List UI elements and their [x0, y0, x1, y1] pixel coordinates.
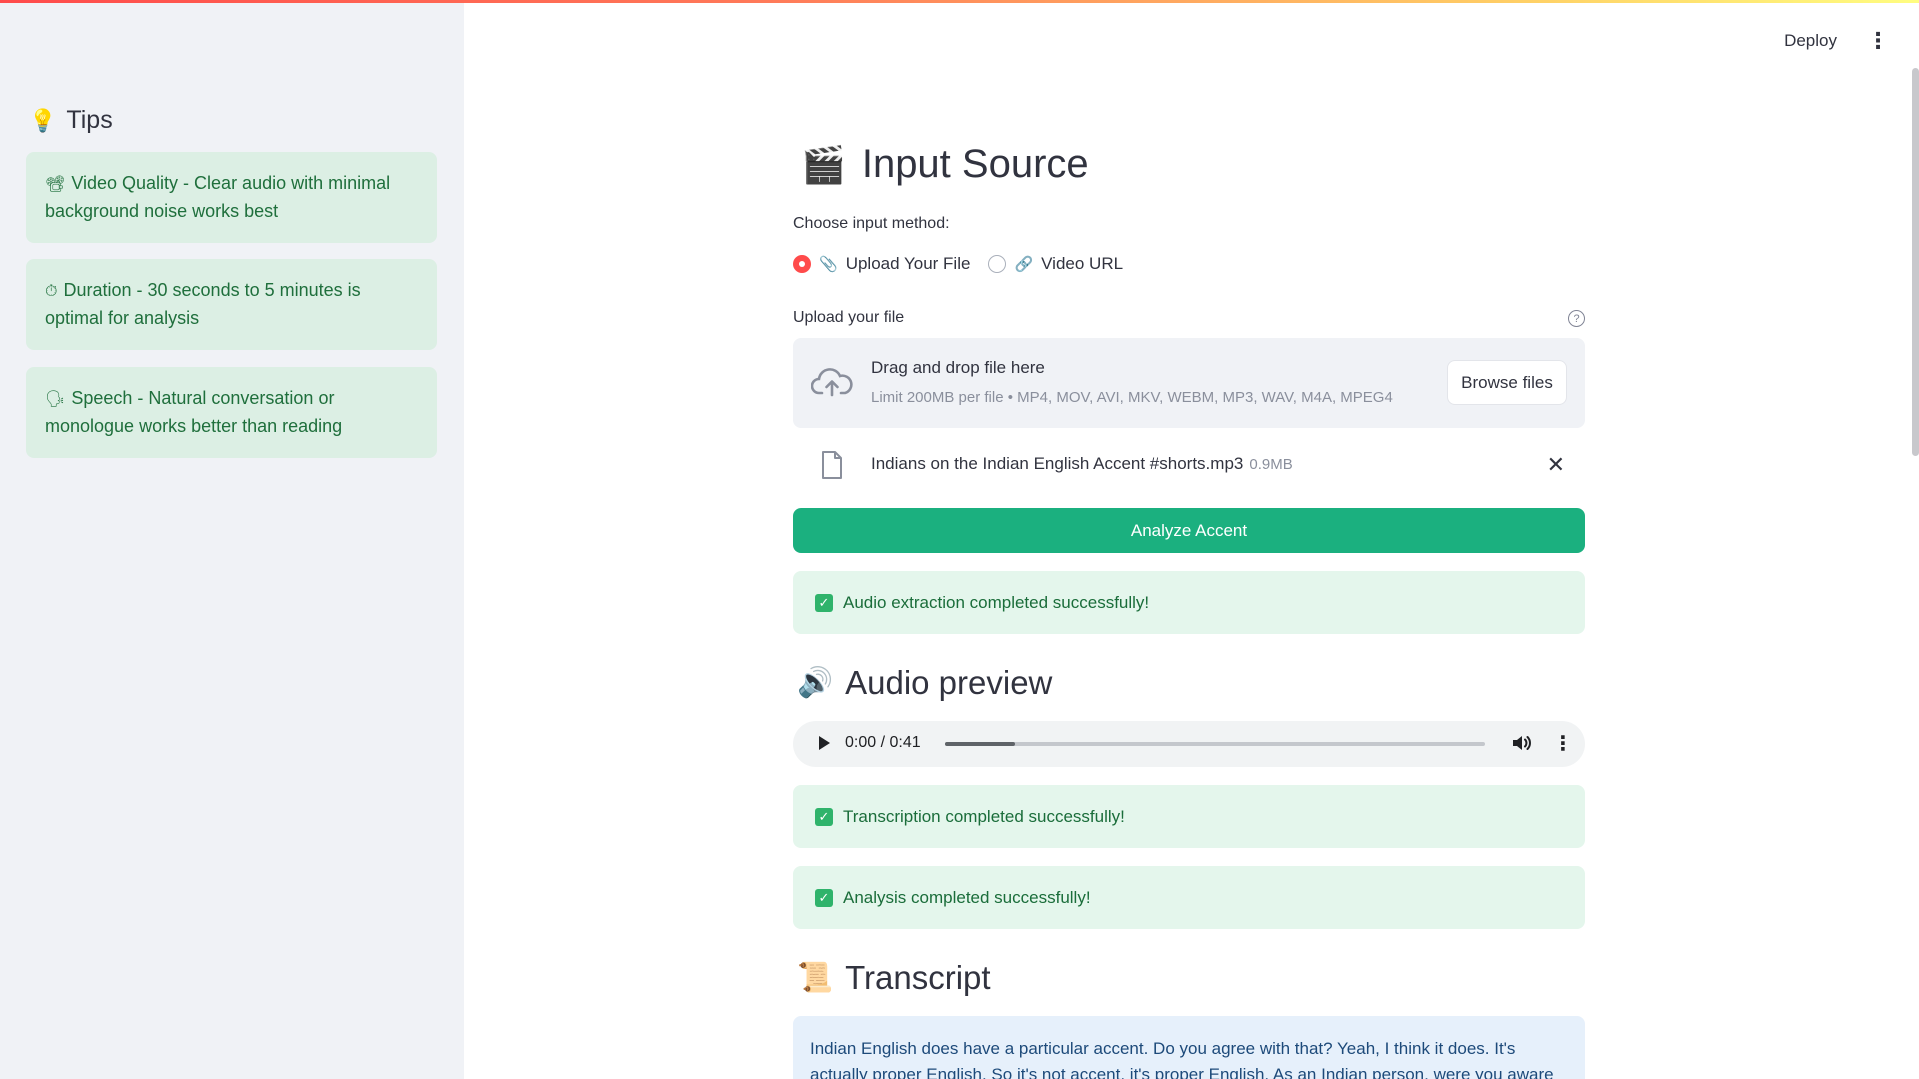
audio-preview-heading: 🔊 Audio preview [797, 664, 1052, 702]
remove-file-icon[interactable]: ✕ [1547, 452, 1565, 478]
tips-title: Tips [66, 106, 113, 134]
deploy-button[interactable]: Deploy [1784, 31, 1837, 51]
input-method-radio-group: 📎 Upload Your File 🔗 Video URL [793, 254, 1123, 274]
status-analysis: ✓ Analysis completed successfully! [793, 866, 1585, 929]
speaker-icon: 🔊 [797, 667, 834, 699]
page-title-text: Input Source [861, 142, 1089, 186]
tip-card-video-quality: 📽 Video Quality - Clear audio with minima… [26, 152, 437, 243]
audio-player: 0:00 / 0:41 ⋮ [793, 721, 1585, 767]
transcript-heading: 📜 Transcript [797, 959, 991, 997]
app-header: Deploy ⋮ [1784, 28, 1889, 54]
transcript-box: Indian English does have a particular ac… [793, 1016, 1585, 1079]
file-name-text: Indians on the Indian English Accent #sh… [871, 454, 1244, 473]
check-icon: ✓ [815, 593, 833, 612]
tip-text: Video Quality - Clear audio with minimal… [45, 173, 391, 221]
play-icon[interactable] [816, 734, 832, 757]
radio-upload-file[interactable]: 📎 Upload Your File [793, 254, 970, 274]
radio-video-url[interactable]: 🔗 Video URL [988, 254, 1123, 274]
top-decoration-bar [0, 0, 1919, 3]
scrollbar[interactable] [1912, 68, 1919, 456]
file-dropzone[interactable]: Drag and drop file here Limit 200MB per … [793, 338, 1585, 428]
audio-time: 0:00 / 0:41 [845, 734, 921, 751]
dropzone-limit: Limit 200MB per file • MP4, MOV, AVI, MK… [871, 389, 1393, 406]
scroll-icon: 📜 [797, 962, 834, 994]
check-icon: ✓ [815, 888, 833, 907]
cloud-upload-icon [810, 365, 853, 404]
tip-card-duration: ⏱ Duration - 30 seconds to 5 minutes is o… [26, 259, 437, 350]
audio-preview-title: Audio preview [845, 664, 1053, 701]
radio-button-selected[interactable] [793, 255, 811, 273]
status-text: Analysis completed successfully! [843, 887, 1091, 907]
volume-icon[interactable] [1511, 733, 1533, 758]
link-icon: 🔗 [1014, 256, 1034, 273]
page-title: 🎬 Input Source [801, 142, 1089, 187]
help-icon[interactable]: ? [1568, 310, 1585, 327]
paperclip-icon: 📎 [819, 256, 838, 273]
status-text: Audio extraction completed successfully! [843, 592, 1150, 612]
tips-header: 💡 Tips [29, 106, 113, 135]
radio-label: Upload Your File [845, 254, 971, 273]
file-size: 0.9MB [1249, 456, 1293, 473]
radio-button[interactable] [988, 255, 1007, 273]
analyze-accent-button[interactable]: Analyze Accent [793, 508, 1585, 553]
audio-seek-progress [945, 742, 1016, 746]
file-icon [820, 450, 844, 485]
audio-seek-bar[interactable] [945, 742, 1485, 746]
transcript-title: Transcript [845, 959, 991, 996]
browse-files-button[interactable]: Browse files [1447, 360, 1567, 405]
status-audio-extraction: ✓ Audio extraction completed successfull… [793, 571, 1585, 634]
kebab-menu-icon[interactable]: ⋮ [1867, 28, 1889, 54]
stopwatch-icon: ⏱ [45, 283, 58, 300]
sidebar: 💡 Tips 📽 Video Quality - Clear audio with… [0, 0, 464, 1079]
input-method-label: Choose input method: [793, 215, 950, 232]
lightbulb-icon: 💡 [29, 107, 57, 133]
uploaded-file-row: Indians on the Indian English Accent #sh… [793, 446, 1585, 486]
tip-text: Duration - 30 seconds to 5 minutes is op… [45, 280, 361, 328]
audio-more-options-icon[interactable]: ⋮ [1553, 731, 1573, 756]
check-icon: ✓ [815, 807, 833, 826]
status-transcription: ✓ Transcription completed successfully! [793, 785, 1585, 848]
tip-text: Speech - Natural conversation or monolog… [45, 388, 343, 436]
uploaded-file-name: Indians on the Indian English Accent #sh… [871, 454, 1293, 474]
upload-label: Upload your file [793, 309, 905, 326]
clapper-board-icon: 🎬 [801, 143, 846, 185]
speaking-head-icon: 🗣 [45, 391, 66, 408]
radio-label: Video URL [1041, 254, 1124, 273]
tip-card-speech: 🗣 Speech - Natural conversation or monolo… [26, 367, 437, 458]
status-text: Transcription completed successfully! [843, 806, 1125, 826]
film-projector-icon: 📽 [45, 176, 66, 193]
dropzone-title: Drag and drop file here [871, 358, 1045, 377]
